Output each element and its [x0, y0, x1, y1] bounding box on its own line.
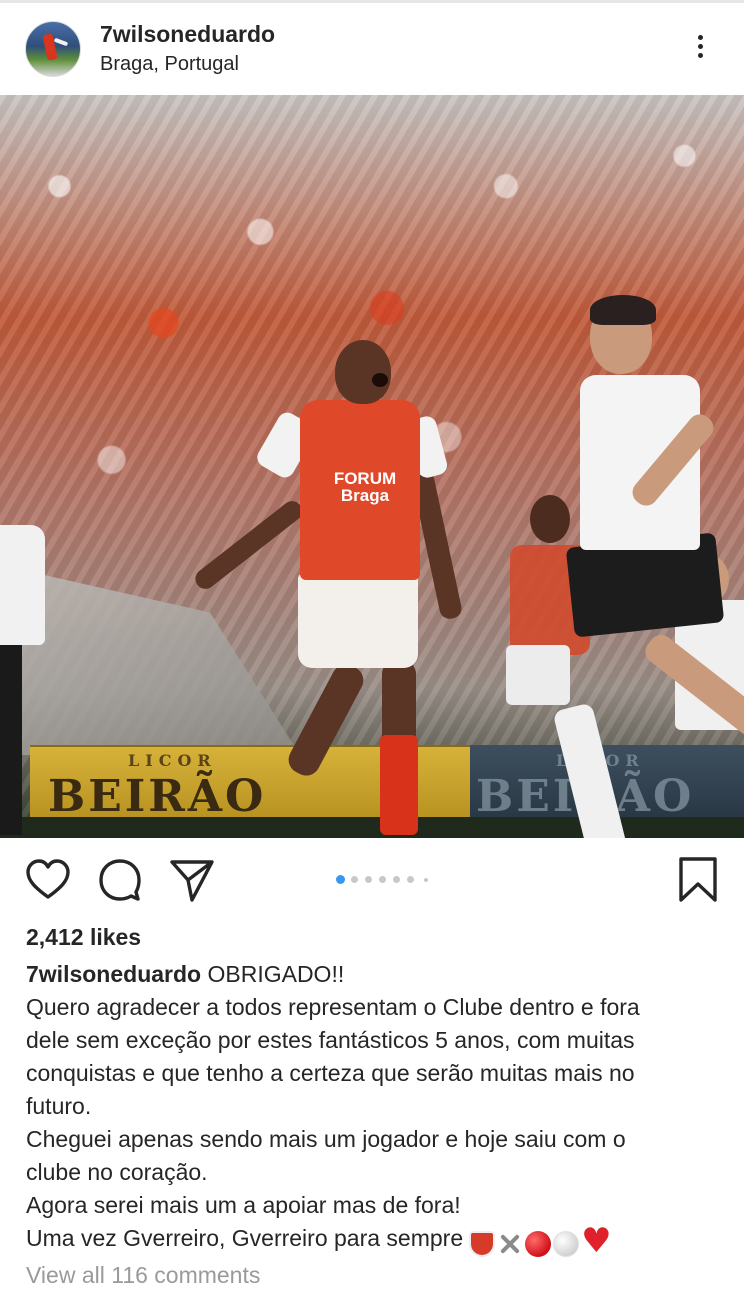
comment-icon[interactable] — [96, 856, 144, 904]
post-location[interactable]: Braga, Portugal — [100, 53, 239, 76]
carousel-dot — [393, 876, 400, 883]
caption-line: Quero agradecer a todos representam o Cl… — [26, 994, 640, 1020]
caption-line: futuro. — [26, 1093, 92, 1119]
carousel-dot — [407, 876, 414, 883]
white-circle-emoji-icon — [553, 1230, 580, 1257]
post-header: 7wilsoneduardo Braga, Portugal — [0, 3, 744, 95]
carousel-dot — [424, 878, 428, 882]
caption-username[interactable]: 7wilsoneduardo — [26, 961, 201, 987]
player-white-kit — [550, 295, 744, 838]
red-circle-emoji-icon — [525, 1230, 552, 1257]
shield-emoji-icon — [469, 1230, 496, 1257]
carousel-indicator — [334, 875, 434, 885]
carousel-dot-active — [336, 875, 345, 884]
post-actions — [0, 838, 744, 922]
caption-line: dele sem exceção por estes fantásticos 5… — [26, 1027, 635, 1053]
red-heart-emoji-icon — [581, 1225, 611, 1258]
carousel-dot — [365, 876, 372, 883]
caption-emojis — [469, 1225, 612, 1259]
caption-line: conquistas e que tenho a certeza que ser… — [26, 1060, 635, 1086]
heart-icon[interactable] — [24, 856, 72, 904]
caption-line: clube no coração. — [26, 1159, 208, 1185]
caption-line: Cheguei apenas sendo mais um jogador e h… — [26, 1126, 626, 1152]
caption-line: Uma vez Gverreiro, Gverreiro para sempre — [26, 1225, 464, 1251]
like-count[interactable]: 2,412 likes — [26, 924, 141, 951]
post-photo[interactable]: LICOR BEIRÃO LICOR BEIRÃO FORUM Braga — [0, 95, 744, 838]
post-caption: 7wilsoneduardo OBRIGADO!! Quero agradece… — [26, 958, 716, 1259]
bookmark-icon[interactable] — [674, 856, 722, 904]
more-options-icon[interactable] — [688, 31, 712, 67]
post-username[interactable]: 7wilsoneduardo — [100, 21, 275, 48]
player-left-edge — [0, 515, 60, 838]
user-avatar[interactable] — [25, 21, 81, 77]
share-icon[interactable] — [168, 856, 216, 904]
avatar-figure-detail — [53, 37, 69, 47]
caption-line: OBRIGADO!! — [207, 961, 345, 987]
shirt-sponsor: FORUM Braga — [333, 469, 397, 505]
caption-line: Agora serei mais um a apoiar mas de fora… — [26, 1192, 461, 1218]
player-celebrating: FORUM Braga — [150, 335, 480, 835]
carousel-dot — [351, 876, 358, 883]
carousel-dot — [379, 876, 386, 883]
view-all-comments-link[interactable]: View all 116 comments — [26, 1262, 260, 1289]
crossed-swords-emoji-icon — [497, 1231, 523, 1257]
